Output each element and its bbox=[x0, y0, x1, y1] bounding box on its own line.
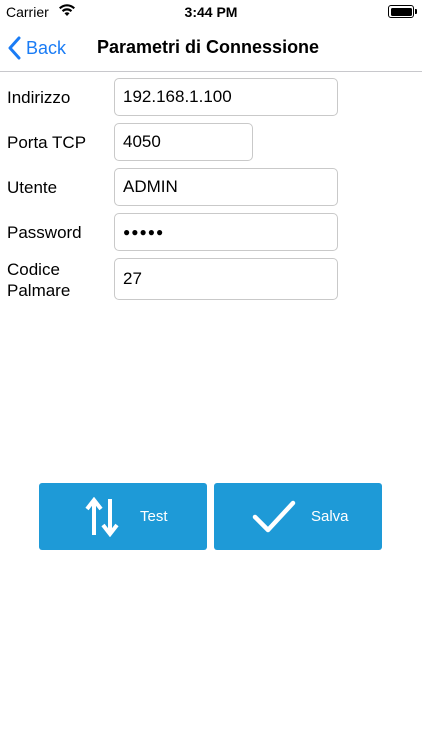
test-label: Test bbox=[140, 508, 168, 525]
battery-icon bbox=[388, 5, 417, 18]
password-field[interactable]: ●●●●● bbox=[114, 213, 338, 251]
codice-label-line1: Codice bbox=[7, 260, 60, 279]
salva-button[interactable]: Salva bbox=[214, 483, 382, 550]
password-label: Password bbox=[7, 223, 82, 242]
salva-label: Salva bbox=[311, 508, 349, 525]
codice-label: Codice Palmare bbox=[7, 259, 70, 301]
back-button[interactable]: Back bbox=[8, 34, 66, 62]
indirizzo-label: Indirizzo bbox=[7, 88, 71, 107]
status-bar: Carrier 3:44 PM bbox=[0, 0, 422, 24]
codice-label-line2: Palmare bbox=[7, 281, 71, 300]
chevron-left-icon bbox=[8, 36, 21, 60]
codice-field[interactable]: 27 bbox=[114, 258, 338, 300]
test-button[interactable]: Test bbox=[39, 483, 207, 550]
porta-field[interactable]: 4050 bbox=[114, 123, 253, 161]
porta-label: Porta TCP bbox=[7, 133, 87, 152]
indirizzo-field[interactable]: 192.168.1.100 bbox=[114, 78, 338, 116]
page-title: Parametri di Connessione bbox=[97, 37, 320, 57]
back-label: Back bbox=[26, 37, 67, 58]
swap-arrows-icon bbox=[85, 497, 119, 537]
navigation-bar: Back Parametri di Connessione bbox=[0, 24, 422, 72]
clock: 3:44 PM bbox=[184, 4, 238, 20]
utente-field[interactable]: ADMIN bbox=[114, 168, 338, 206]
checkmark-icon bbox=[252, 500, 296, 533]
utente-label: Utente bbox=[7, 178, 58, 197]
